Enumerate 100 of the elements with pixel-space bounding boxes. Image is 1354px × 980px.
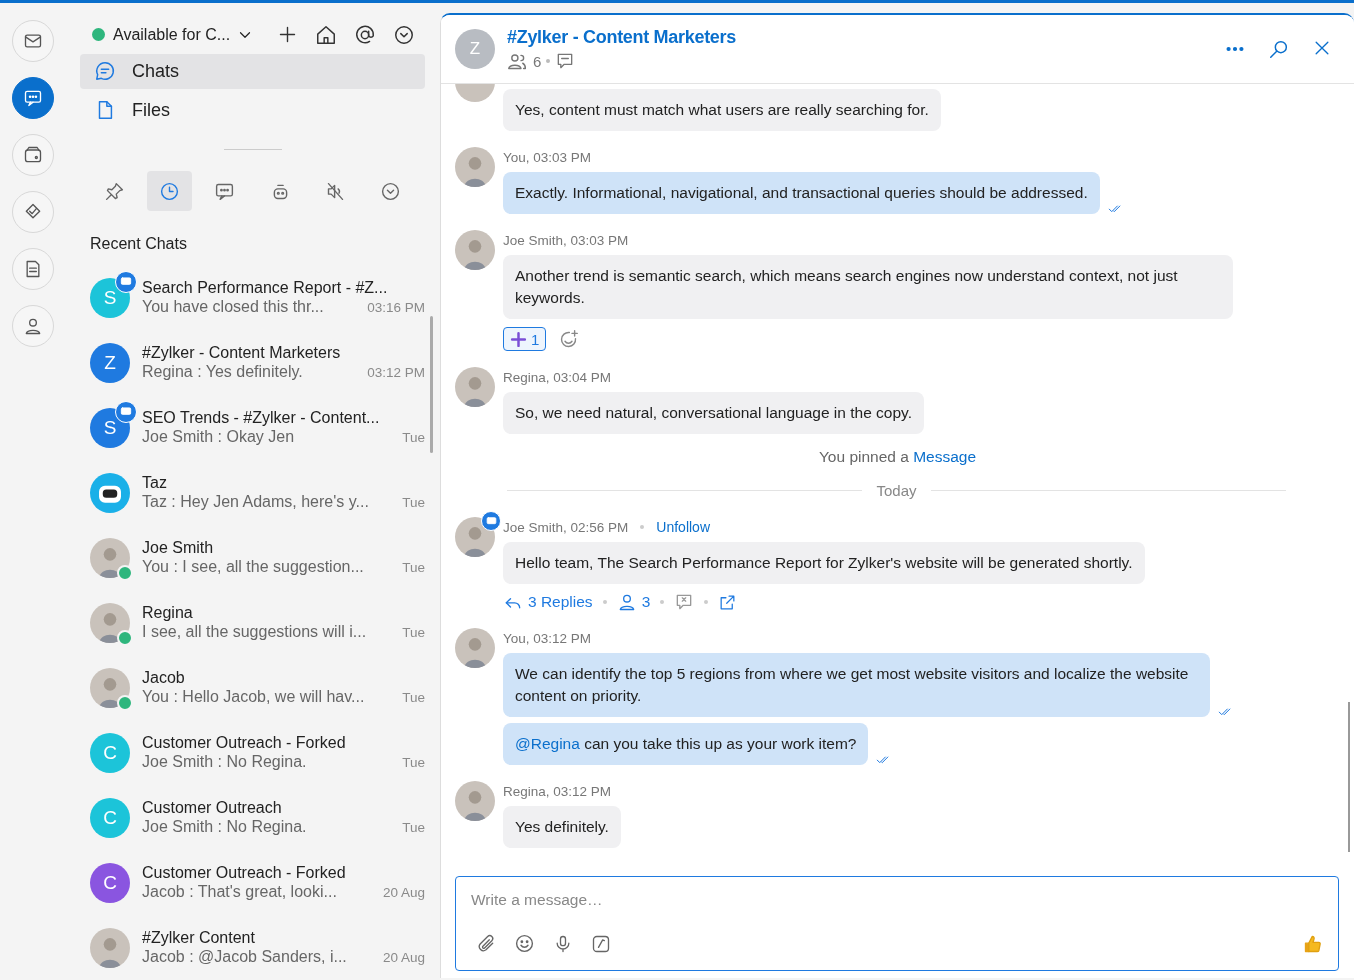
sender-time: Regina, 03:12 PM <box>503 783 612 799</box>
chat-list-item[interactable]: Z #Zylker - Content Marketers Regina : Yes definitely. 03:12 PM <box>80 330 425 395</box>
paperclip-icon[interactable] <box>476 933 496 954</box>
avatar: Z <box>90 342 130 383</box>
message-bubble: Exactly. Informational, navigational, and transactional queries should be addressed. <box>503 172 1100 214</box>
chat-title: Customer Outreach - Forked <box>142 864 347 882</box>
chat-icon <box>22 88 43 108</box>
chat-title: Regina <box>142 604 194 622</box>
conversation-title[interactable]: #Zylker - Content Marketers <box>507 26 736 48</box>
chat-time: 20 Aug <box>382 949 425 965</box>
chat-list-item[interactable]: Regina I see, all the suggestions will i... Tue <box>80 590 425 655</box>
mention-link[interactable]: @Regina <box>515 735 580 752</box>
chat-list-item[interactable]: Taz Taz : Hey Jen Adams, here's y... Tue <box>80 460 425 525</box>
chat-preview: Jacob : That's great, looki... <box>142 883 337 901</box>
chat-time: Tue <box>402 624 425 640</box>
nav-item[interactable]: Files <box>80 92 425 129</box>
chat-time: Tue <box>402 689 425 705</box>
scrollbar[interactable] <box>1348 702 1350 852</box>
chat-time: Tue <box>402 559 425 575</box>
status-label[interactable]: Available for C... <box>113 25 231 44</box>
message-bubble: Yes definitely. <box>503 806 621 848</box>
chat-list-item[interactable]: S Search Performance Report - #Z... You have closed this thr... 03:16 PM <box>80 265 425 330</box>
chat-preview: You have closed this thr... <box>142 298 324 316</box>
chat-time: 03:12 PM <box>367 364 425 380</box>
chat-title: Search Performance Report - #Z... <box>142 279 389 297</box>
message-link[interactable]: Message <box>913 448 977 465</box>
smiley-icon[interactable] <box>514 933 535 954</box>
message-bubble: @Regina can you take this up as your work item? <box>503 723 869 765</box>
pin-icon <box>104 180 125 202</box>
chat-preview: Joe Smith : Okay Jen <box>142 428 295 446</box>
filter-tab[interactable] <box>147 171 193 211</box>
member-count: 6 <box>533 52 542 70</box>
chat-preview: Taz : Hey Jen Adams, here's y... <box>142 493 369 511</box>
chat-list-item[interactable]: Jacob You : Hello Jacob, we will hav... Tue <box>80 655 425 720</box>
reaction-count: 1 <box>531 330 540 348</box>
chat-title: Taz <box>142 474 168 492</box>
message-bubble: So, we need natural, conversational language in the copy. <box>503 392 924 434</box>
chat-list-item[interactable]: C Customer Outreach - Forked Jacob : That's great, looki... 20 Aug <box>80 850 425 915</box>
unfollow-link[interactable]: Unfollow <box>656 519 710 535</box>
rail-button[interactable] <box>11 77 54 119</box>
sender-time: You, 03:03 PM <box>503 149 592 165</box>
chat-preview: Regina : Yes definitely. <box>142 363 303 381</box>
search-icon[interactable] <box>1268 38 1290 60</box>
sender-time: Joe Smith, 03:03 PM <box>503 232 629 248</box>
chat-time: 03:16 PM <box>367 299 425 315</box>
pinned-notice: You pinned a Message <box>817 448 978 466</box>
chat-list-item[interactable]: S SEO Trends - #Zylker - Content... Joe Smith : Okay Jen Tue <box>80 395 425 460</box>
sender-time: Joe Smith, 02:56 PM <box>503 519 629 535</box>
person-silhouette-icon <box>464 157 486 187</box>
chat-title: #Zylker - Content Marketers <box>142 344 342 362</box>
plus-icon <box>510 330 527 348</box>
date-divider-label: Today <box>876 482 917 499</box>
sender-time: Regina, 03:04 PM <box>503 369 612 385</box>
home-icon[interactable] <box>315 23 337 46</box>
chat-preview: You : Hello Jacob, we will hav... <box>142 688 365 706</box>
participants-link[interactable]: 3 <box>616 592 651 612</box>
scrollbar[interactable] <box>430 316 433 453</box>
person-silhouette-icon <box>464 638 486 668</box>
chevron-circle-icon <box>379 180 401 202</box>
chat-time: Tue <box>402 429 425 445</box>
message-bubble: Another trend is semantic search, which means search engines now understand context, not just keywords. <box>503 255 1233 319</box>
chat-list-item[interactable]: #Zylker Content Jacob : @Jacob Sanders, i... 20 Aug <box>80 915 425 980</box>
group-avatar: Z <box>455 29 495 69</box>
chat-title: #Zylker Content <box>142 929 256 947</box>
chat-preview: Joe Smith : No Regina. <box>142 753 307 771</box>
chat-title: Customer Outreach - Forked <box>142 734 347 752</box>
chat-preview: I see, all the suggestions will i... <box>142 623 367 641</box>
chat-list-item[interactable]: Joe Smith You : I see, all the suggestion... Tue <box>80 525 425 590</box>
add-reaction-icon[interactable] <box>558 328 580 350</box>
chat-list-item[interactable]: C Customer Outreach - Forked Joe Smith : No Regina. Tue <box>80 720 425 785</box>
avatar: C <box>90 797 130 838</box>
chat-preview: Joe Smith : No Regina. <box>142 818 307 836</box>
chat-time: Tue <box>402 494 425 510</box>
nav-item[interactable]: Chats <box>80 53 425 89</box>
chat-list-item[interactable]: C Customer Outreach Joe Smith : No Regina. Tue <box>80 785 425 850</box>
chat-bubble-icon <box>94 60 116 83</box>
status-dot <box>92 28 105 42</box>
chevron-circle-icon[interactable] <box>393 23 415 46</box>
section-title: Recent Chats <box>90 235 188 253</box>
wallet-icon <box>22 145 43 165</box>
message-input[interactable]: Write a message… <box>471 889 1323 911</box>
chat-time: Tue <box>402 819 425 835</box>
avatar: C <box>90 862 130 903</box>
chat-title: Customer Outreach <box>142 799 283 817</box>
thumbs-up-icon[interactable] <box>1303 933 1323 954</box>
clock-icon <box>159 180 181 202</box>
person-silhouette-icon <box>464 240 486 270</box>
pen-square-icon[interactable] <box>591 933 611 954</box>
at-icon[interactable] <box>354 23 376 46</box>
replies-link[interactable]: 3 Replies <box>503 592 593 612</box>
chat-time: Tue <box>402 754 425 770</box>
message-bubble: Yes, content must match what users are really searching for. <box>503 89 941 131</box>
chat-time: 20 Aug <box>382 884 425 900</box>
person-silhouette-icon <box>99 937 121 968</box>
person-silhouette-icon <box>464 377 486 407</box>
chat-title: Jacob <box>142 669 186 687</box>
avatar: C <box>90 732 130 773</box>
sender-time: You, 03:12 PM <box>503 630 592 646</box>
reaction-chip[interactable]: 1 <box>503 327 547 351</box>
message-bubble: Hello team, The Search Performance Report for Zylker's website will be generated shortly. <box>503 542 1145 584</box>
